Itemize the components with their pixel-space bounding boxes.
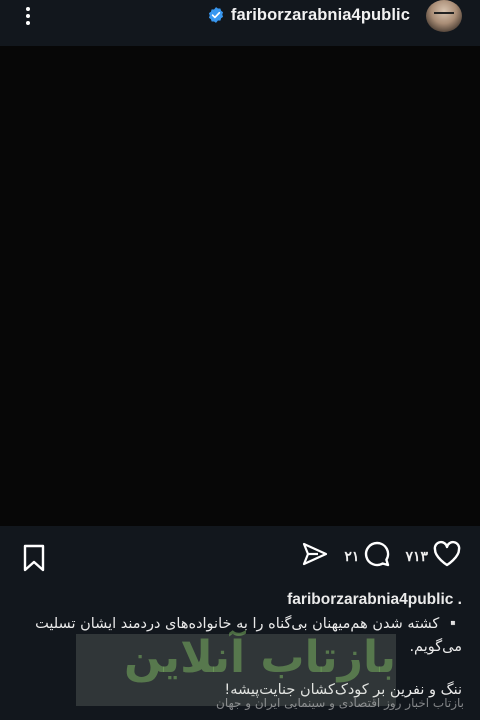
more-options-icon[interactable] xyxy=(18,4,38,28)
username-container[interactable]: fariborzarabnia4public xyxy=(207,2,410,28)
post-footer: ۲۱ ۷۱۳ fariborzarabnia4public . ▫️ کشته … xyxy=(0,526,480,720)
bookmark-icon[interactable] xyxy=(22,544,46,572)
share-action[interactable] xyxy=(302,542,328,570)
caption-author[interactable]: fariborzarabnia4public . xyxy=(16,588,462,611)
caption-line-2: ننگ و نفرین بر کودک‌کشان جنایت‌پیشه! xyxy=(224,682,462,698)
post-media[interactable] xyxy=(0,46,480,526)
likes-count: ۷۱۳ xyxy=(405,547,428,564)
send-icon[interactable] xyxy=(302,542,328,570)
post-header: fariborzarabnia4public xyxy=(0,0,480,46)
caption-line-1: ▫️ کشته شدن هم‌میهنان بی‌گناه را به خانو… xyxy=(35,616,462,655)
like-action[interactable]: ۷۱۳ xyxy=(405,540,462,572)
action-bar: ۲۱ ۷۱۳ xyxy=(302,540,462,572)
post-caption: fariborzarabnia4public . ▫️ کشته شدن هم‌… xyxy=(16,588,462,702)
profile-avatar[interactable] xyxy=(426,0,462,32)
header-username[interactable]: fariborzarabnia4public xyxy=(231,6,410,25)
verified-badge-icon xyxy=(207,6,225,24)
comment-action[interactable]: ۲۱ xyxy=(344,540,391,572)
heart-icon[interactable] xyxy=(432,540,462,572)
comments-count: ۲۱ xyxy=(344,547,360,564)
comment-icon[interactable] xyxy=(363,540,391,572)
